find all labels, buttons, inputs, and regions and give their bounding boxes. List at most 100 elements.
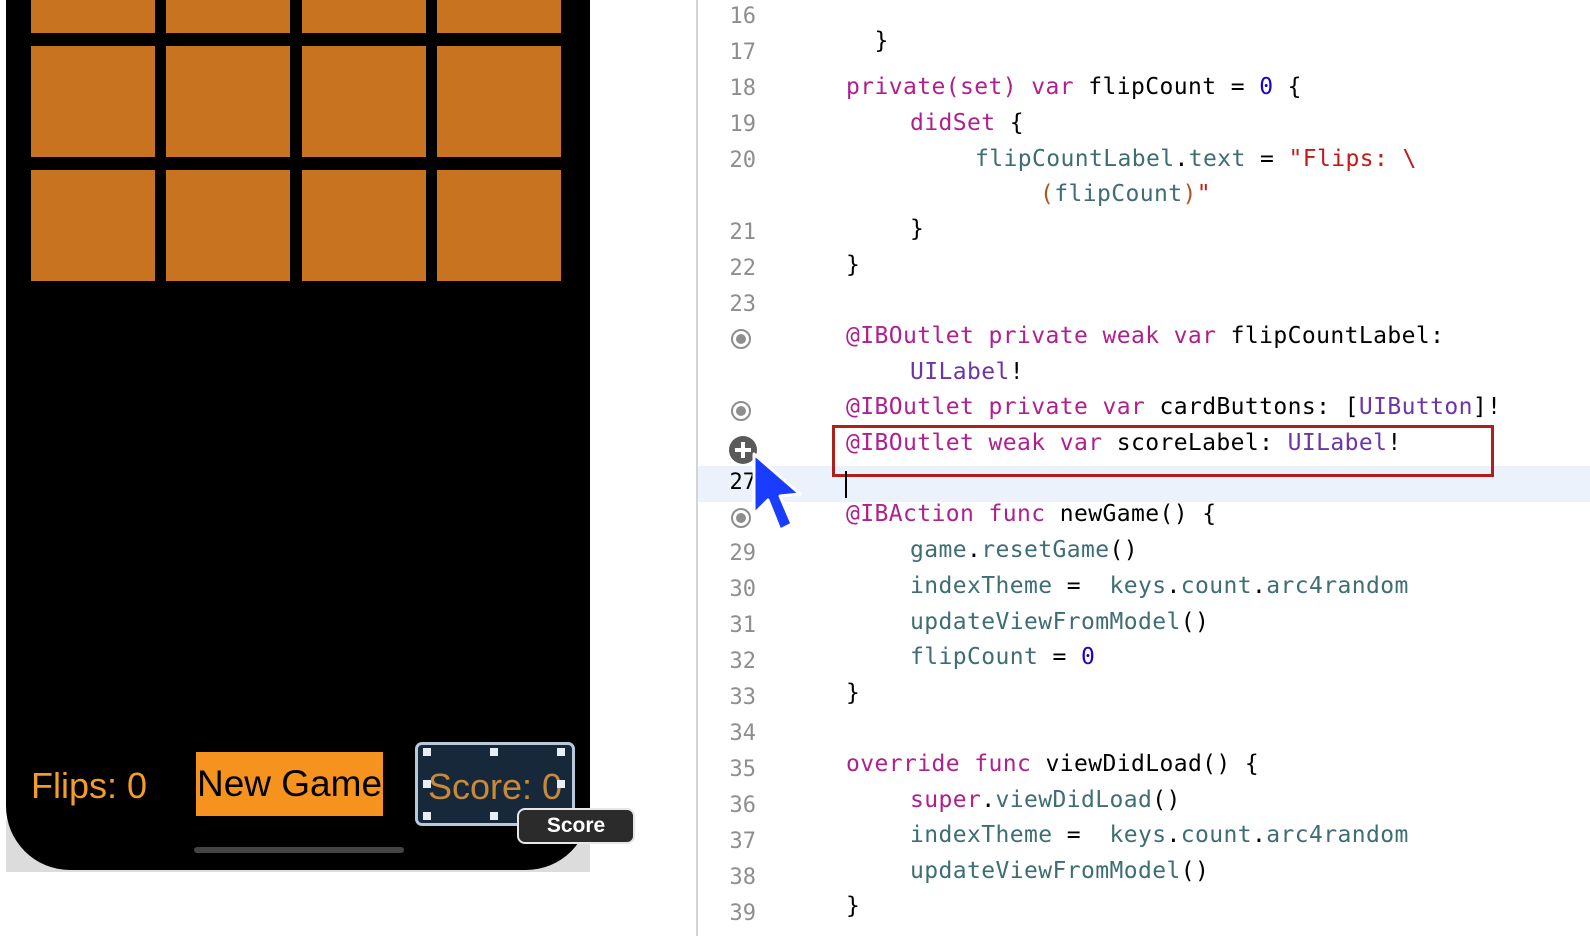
line-number: 37 — [729, 829, 757, 854]
code-token: 0 — [1080, 644, 1096, 670]
line-number: 23 — [729, 292, 757, 317]
code-line[interactable]: super.viewDidLoad() — [910, 787, 1181, 813]
code-token: flipCountLabel — [975, 146, 1175, 172]
code-line[interactable]: flipCountLabel.text = "Flips: \ — [975, 146, 1417, 172]
code-line[interactable]: @IBOutlet private weak var flipCountLabe… — [846, 323, 1444, 349]
card-button[interactable] — [437, 0, 561, 33]
code-token: super — [910, 787, 982, 813]
code-line[interactable]: didSet { — [910, 110, 1024, 136]
resize-handle[interactable] — [423, 812, 431, 820]
code-token: flipCountLabel: — [1216, 323, 1445, 349]
code-token: @IBOutlet private var — [846, 394, 1146, 420]
code-line[interactable]: private(set) var flipCount = 0 { — [846, 74, 1302, 100]
line-number: 38 — [729, 865, 757, 890]
line-number-current: 27 — [729, 470, 757, 495]
code-line[interactable]: } — [846, 252, 860, 278]
code-token: flipCount — [910, 644, 1039, 670]
action-connection-icon[interactable] — [731, 508, 751, 528]
code-line[interactable]: updateViewFromModel() — [910, 858, 1209, 884]
code-line[interactable]: (flipCount)" — [1040, 181, 1211, 207]
line-number: 21 — [729, 220, 757, 245]
text-cursor — [845, 471, 847, 498]
code-line[interactable]: updateViewFromModel() — [910, 609, 1209, 635]
line-number: 30 — [729, 577, 757, 602]
code-line[interactable]: } — [910, 216, 924, 242]
code-token: count — [1180, 573, 1252, 599]
card-button[interactable] — [302, 0, 426, 33]
line-number: 35 — [729, 757, 757, 782]
code-token: UILabel — [910, 359, 1010, 385]
outlet-connection-icon[interactable] — [731, 329, 751, 349]
code-token: " — [1196, 181, 1211, 207]
code-token: = — [1052, 822, 1110, 848]
mouse-pointer-icon — [752, 452, 802, 532]
resize-handle[interactable] — [490, 812, 498, 820]
resize-handle[interactable] — [557, 780, 565, 788]
code-token: didSet — [910, 110, 996, 136]
code-token: . — [1251, 573, 1267, 599]
line-number: 22 — [729, 256, 757, 281]
line-number: 17 — [729, 40, 757, 65]
code-token: . — [967, 537, 982, 563]
line-number: 34 — [729, 721, 757, 746]
card-button[interactable] — [166, 46, 290, 157]
code-token: } — [846, 252, 861, 278]
card-button[interactable] — [302, 170, 426, 281]
line-number: 33 — [729, 685, 757, 710]
code-token: { — [1273, 74, 1302, 100]
code-token: } — [874, 28, 889, 54]
flips-label: Flips: 0 — [31, 765, 148, 806]
card-button[interactable] — [31, 0, 155, 33]
code-line[interactable]: flipCount = 0 — [910, 644, 1095, 670]
code-token: viewDidLoad — [995, 787, 1153, 813]
code-line[interactable]: UILabel! — [910, 359, 1024, 385]
code-token: ]! — [1472, 394, 1502, 420]
line-number: 29 — [729, 541, 757, 566]
code-token: flipCount = — [1073, 74, 1260, 100]
card-button[interactable] — [31, 170, 155, 281]
code-token: . — [981, 787, 996, 813]
resize-handle[interactable] — [423, 748, 431, 756]
code-token: indexTheme — [910, 822, 1053, 848]
resize-handle[interactable] — [557, 748, 565, 756]
code-token: . — [1174, 146, 1189, 172]
code-line[interactable]: @IBAction func newGame() { — [846, 501, 1216, 527]
code-token: = — [1038, 644, 1081, 670]
code-line[interactable]: game.resetGame() — [910, 537, 1138, 563]
code-token: } — [910, 216, 925, 242]
code-token: ( — [1040, 181, 1055, 207]
new-game-button[interactable]: New Game — [196, 752, 383, 816]
card-button[interactable] — [166, 0, 290, 33]
code-line[interactable]: override func viewDidLoad() { — [846, 751, 1259, 777]
code-line[interactable]: } — [846, 893, 860, 919]
code-token: game — [910, 537, 967, 563]
code-line[interactable]: indexTheme = keys.count.arc4random — [910, 822, 1409, 848]
code-token: () — [1152, 787, 1181, 813]
card-button[interactable] — [166, 170, 290, 281]
code-token: } — [846, 893, 861, 919]
code-token: text — [1188, 146, 1246, 172]
code-token: . — [1166, 822, 1181, 848]
card-button[interactable] — [31, 46, 155, 157]
code-token: updateViewFromModel — [910, 609, 1181, 635]
card-button[interactable] — [437, 46, 561, 157]
code-token: . — [1251, 822, 1267, 848]
code-token: { — [995, 110, 1024, 136]
card-button[interactable] — [302, 46, 426, 157]
code-line[interactable]: } — [846, 680, 860, 706]
outlet-connection-icon[interactable] — [731, 401, 751, 421]
line-number: 36 — [729, 793, 757, 818]
drag-tooltip: Score — [517, 808, 635, 844]
line-number: 18 — [729, 76, 757, 101]
card-button[interactable] — [437, 170, 561, 281]
code-line[interactable]: indexTheme = keys.count.arc4random — [910, 573, 1409, 599]
resize-handle[interactable] — [423, 780, 431, 788]
code-token: updateViewFromModel — [910, 858, 1181, 884]
code-token: cardButtons: [ — [1145, 394, 1359, 420]
code-token: UIButton — [1358, 394, 1473, 420]
code-line[interactable]: @IBOutlet private var cardButtons: [UIBu… — [846, 394, 1501, 420]
resize-handle[interactable] — [490, 748, 498, 756]
line-number: 20 — [729, 148, 757, 173]
code-line[interactable]: } — [846, 2, 889, 54]
code-token: ! — [1009, 359, 1024, 385]
